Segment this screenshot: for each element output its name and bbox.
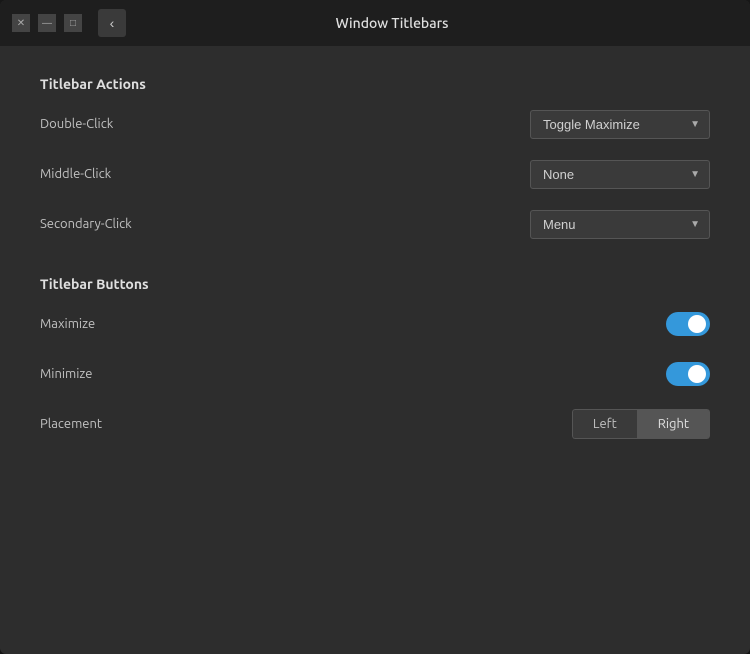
double-click-dropdown[interactable]: Toggle Maximize Toggle Shade None Lower … <box>530 110 710 139</box>
maximize-label: Maximize <box>40 317 95 331</box>
placement-right-button[interactable]: Right <box>637 409 710 439</box>
back-button[interactable]: ‹ <box>98 9 126 37</box>
maximize-button[interactable]: □ <box>64 14 82 32</box>
secondary-click-label: Secondary-Click <box>40 217 132 231</box>
minimize-slider <box>666 362 710 386</box>
double-click-dropdown-wrapper: Toggle Maximize Toggle Shade None Lower … <box>530 110 710 139</box>
close-button[interactable]: ✕ <box>12 14 30 32</box>
minimize-button[interactable]: — <box>38 14 56 32</box>
placement-label: Placement <box>40 417 102 431</box>
titlebar: ✕ — □ ‹ Window Titlebars <box>0 0 750 46</box>
placement-row: Placement Left Right <box>40 406 710 442</box>
middle-click-row: Middle-Click None Toggle Maximize Toggle… <box>40 156 710 192</box>
middle-click-label: Middle-Click <box>40 167 111 181</box>
section-titlebar-actions-title: Titlebar Actions <box>40 76 710 92</box>
middle-click-dropdown[interactable]: None Toggle Maximize Toggle Shade Lower … <box>530 160 710 189</box>
minimize-label: Minimize <box>40 367 92 381</box>
placement-left-button[interactable]: Left <box>572 409 637 439</box>
double-click-row: Double-Click Toggle Maximize Toggle Shad… <box>40 106 710 142</box>
titlebar-controls: ✕ — □ ‹ <box>12 9 126 37</box>
section-separator <box>40 256 710 276</box>
double-click-label: Double-Click <box>40 117 113 131</box>
secondary-click-dropdown[interactable]: Menu None Toggle Maximize Toggle Shade L… <box>530 210 710 239</box>
content-area: Titlebar Actions Double-Click Toggle Max… <box>0 46 750 654</box>
maximize-slider <box>666 312 710 336</box>
secondary-click-dropdown-wrapper: Menu None Toggle Maximize Toggle Shade L… <box>530 210 710 239</box>
placement-group: Left Right <box>572 409 710 439</box>
secondary-click-row: Secondary-Click Menu None Toggle Maximiz… <box>40 206 710 242</box>
section-titlebar-buttons-title: Titlebar Buttons <box>40 276 710 292</box>
window-title: Window Titlebars <box>126 15 658 31</box>
minimize-row: Minimize <box>40 356 710 392</box>
minimize-toggle[interactable] <box>666 362 710 386</box>
window: ✕ — □ ‹ Window Titlebars Titlebar Action… <box>0 0 750 654</box>
maximize-row: Maximize <box>40 306 710 342</box>
maximize-toggle[interactable] <box>666 312 710 336</box>
middle-click-dropdown-wrapper: None Toggle Maximize Toggle Shade Lower … <box>530 160 710 189</box>
